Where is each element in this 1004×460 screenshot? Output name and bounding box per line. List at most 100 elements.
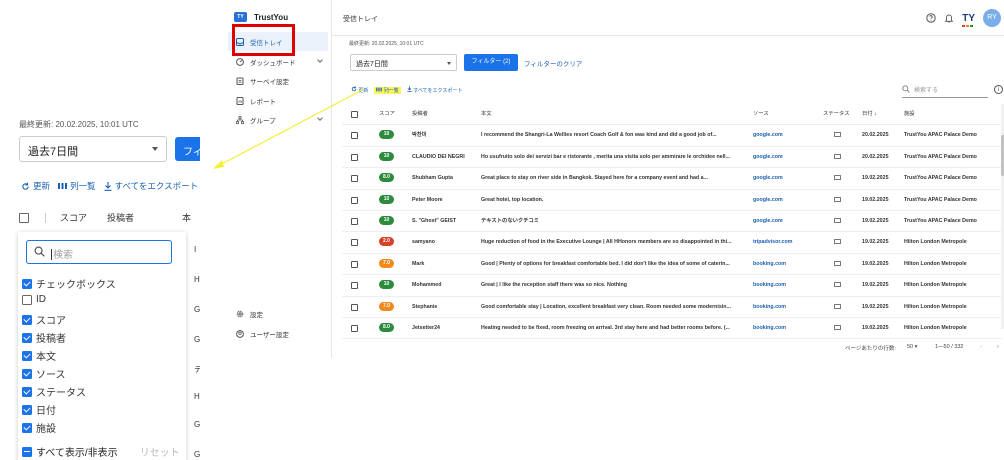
sidebar-item-settings[interactable]: 設定 <box>228 304 328 323</box>
column-option-property[interactable]: 施設 <box>22 420 56 435</box>
column-option-id[interactable]: ID <box>22 294 46 305</box>
avatar[interactable]: RY <box>983 9 1001 27</box>
body-cell[interactable]: Great place to stay on river side in Ban… <box>481 168 743 189</box>
row-checkbox[interactable] <box>351 303 358 311</box>
header-status[interactable]: ステータス <box>823 104 855 125</box>
sidebar-item-label: サーベイ設定 <box>250 78 289 86</box>
table-row[interactable]: 10 Mohammed Great | I like the reception s… <box>342 275 1002 297</box>
column-option-checkbox[interactable]: チェックボックス <box>22 276 116 291</box>
table-row[interactable]: 10 S. "Ghost" GEIST テキストのないクチコミ google.com 1… <box>342 211 1002 233</box>
header-source[interactable]: ソース <box>753 104 817 125</box>
filter-button[interactable]: フィルター (2) <box>464 54 518 71</box>
row-checkbox[interactable] <box>351 324 358 332</box>
column-option-source[interactable]: ソース <box>22 366 66 381</box>
source-link[interactable]: google.com <box>753 211 817 232</box>
source-link[interactable]: booking.com <box>753 275 817 296</box>
checked-checkbox-icon <box>22 278 32 289</box>
body-cell[interactable]: Good | Plenty of options for breakfast c… <box>481 254 743 275</box>
body-cell[interactable]: Ho usufruito solo dei servizi bar e rist… <box>481 147 743 168</box>
next-page-button[interactable]: › <box>997 344 999 350</box>
score-badge: 10 <box>379 151 394 161</box>
column-option-status[interactable]: ステータス <box>22 384 86 399</box>
sidebar-item-group[interactable]: グループ <box>228 110 328 129</box>
toggle-all-checkbox[interactable] <box>22 446 32 457</box>
source-link[interactable]: google.com <box>753 125 817 146</box>
clear-filter-link[interactable]: フィルターのクリア <box>524 58 582 68</box>
body-cell[interactable]: Great | I like the reception staff there… <box>481 275 743 296</box>
row-checkbox[interactable] <box>351 175 358 183</box>
source-link[interactable]: booking.com <box>753 254 817 275</box>
period-select[interactable]: 過去7日間 <box>350 54 457 71</box>
filter-button[interactable]: フィ <box>175 137 200 161</box>
source-link[interactable]: google.com <box>753 168 817 189</box>
body-cell[interactable]: テキストのないクチコミ <box>481 211 743 232</box>
source-link[interactable]: tripadvisor.com <box>753 232 817 253</box>
top-bar: 受信トレイ TY RY <box>332 0 1004 36</box>
row-checkbox[interactable] <box>351 260 358 268</box>
search-input[interactable]: 検索する <box>902 82 988 98</box>
period-select[interactable]: 過去7日間 <box>19 136 167 162</box>
zoomed-detail-panel: 最終更新: 20.02.2025, 10:01 UTC 過去7日間 フィ 更新 … <box>0 100 200 460</box>
ty-logo-text: TY <box>962 12 975 24</box>
table-row[interactable]: 7.0 Stephanie Good comfortable stay | Loca… <box>342 297 1002 318</box>
row-checkbox[interactable] <box>351 217 358 225</box>
column-option-score[interactable]: スコア <box>22 312 66 327</box>
body-cell[interactable]: Good comfortable stay | Location, excell… <box>481 297 743 318</box>
body-cell[interactable]: Great hotel, top location. <box>481 190 743 211</box>
sidebar-item-survey[interactable]: サーベイ設定 <box>228 71 328 90</box>
select-all-checkbox[interactable] <box>19 212 29 223</box>
row-checkbox[interactable] <box>351 239 358 247</box>
bell-icon[interactable] <box>944 13 954 23</box>
column-search-input[interactable]: 検索 <box>26 240 172 264</box>
refresh-button[interactable]: 更新 <box>351 86 368 94</box>
checked-checkbox-icon <box>22 422 32 433</box>
header-body[interactable]: 本文 <box>481 104 743 125</box>
table-actions: 更新 列一覧 すべてをエクスポート <box>21 180 198 192</box>
source-link[interactable]: google.com <box>753 147 817 168</box>
help-icon[interactable] <box>926 13 936 23</box>
column-option-label: スコア <box>36 316 66 327</box>
header-score[interactable]: スコア <box>379 104 395 125</box>
author-cell: samyano <box>412 239 435 246</box>
toggle-all-label[interactable]: すべて表示/非表示 <box>36 444 118 459</box>
chevron-down-icon <box>317 57 323 63</box>
table-row[interactable]: 2.0 samyano Huge reduction of food in the … <box>342 232 1002 254</box>
rows-per-page-select[interactable]: 50 ▾ <box>907 344 917 350</box>
column-option-label: ID <box>36 294 46 305</box>
table-row[interactable]: 10 박찬미 I recommend the Shangri-La Wellies … <box>342 125 1002 147</box>
export-all-button[interactable]: すべてをエクスポート <box>104 180 198 192</box>
column-option-author[interactable]: 投稿者 <box>22 330 66 345</box>
table-row[interactable]: 10 Peter Moore Great hotel, top location. g… <box>342 190 1002 211</box>
body-cell[interactable]: I recommend the Shangri-La Wellies resor… <box>481 125 743 146</box>
reset-button[interactable]: リセット <box>140 444 180 459</box>
column-option-label: 投稿者 <box>36 334 66 345</box>
table-row[interactable]: 8.0 Shubham Gupta Great place to stay on r… <box>342 168 1002 190</box>
row-checkbox[interactable] <box>351 153 358 161</box>
author-cell: Peter Moore <box>412 196 443 203</box>
source-link[interactable]: booking.com <box>753 297 817 318</box>
row-checkbox[interactable] <box>351 196 358 204</box>
table-row[interactable]: 10 CLAUDIO DEI NEGRI Ho usufruito solo dei… <box>342 147 1002 169</box>
period-select-value: 過去7日間 <box>356 61 388 68</box>
column-list-button[interactable]: 列一覧 <box>58 180 96 192</box>
sidebar-item-report[interactable]: レポート <box>228 91 328 110</box>
select-all-checkbox[interactable] <box>351 111 358 118</box>
refresh-button[interactable]: 更新 <box>21 180 50 192</box>
row-checkbox[interactable] <box>351 132 358 140</box>
body-cell[interactable]: Huge reduction of food in the Executive … <box>481 232 743 253</box>
header-date[interactable]: 日付 ↓ <box>862 104 877 125</box>
header-property[interactable]: 施設 <box>904 104 1000 125</box>
prev-page-button[interactable]: ‹ <box>980 344 982 350</box>
sidebar-item-user-settings[interactable]: ユーザー設定 <box>228 324 328 343</box>
column-list-button[interactable]: 列一覧 <box>374 86 401 94</box>
export-all-button[interactable]: すべてをエクスポート <box>407 86 462 94</box>
row-checkbox[interactable] <box>351 282 358 290</box>
table-row[interactable]: 7.0 Mark Good | Plenty of options for brea… <box>342 254 1002 276</box>
source-link[interactable]: google.com <box>753 190 817 211</box>
rows-per-page-label: ページあたりの行数: <box>845 346 896 352</box>
info-icon[interactable]: i <box>994 85 1003 94</box>
column-option-date[interactable]: 日付 <box>22 402 56 417</box>
property-cell: TrustYou APAC Palace Demo <box>904 153 977 160</box>
header-author[interactable]: 投稿者 <box>412 104 477 125</box>
column-option-body[interactable]: 本文 <box>22 348 56 363</box>
